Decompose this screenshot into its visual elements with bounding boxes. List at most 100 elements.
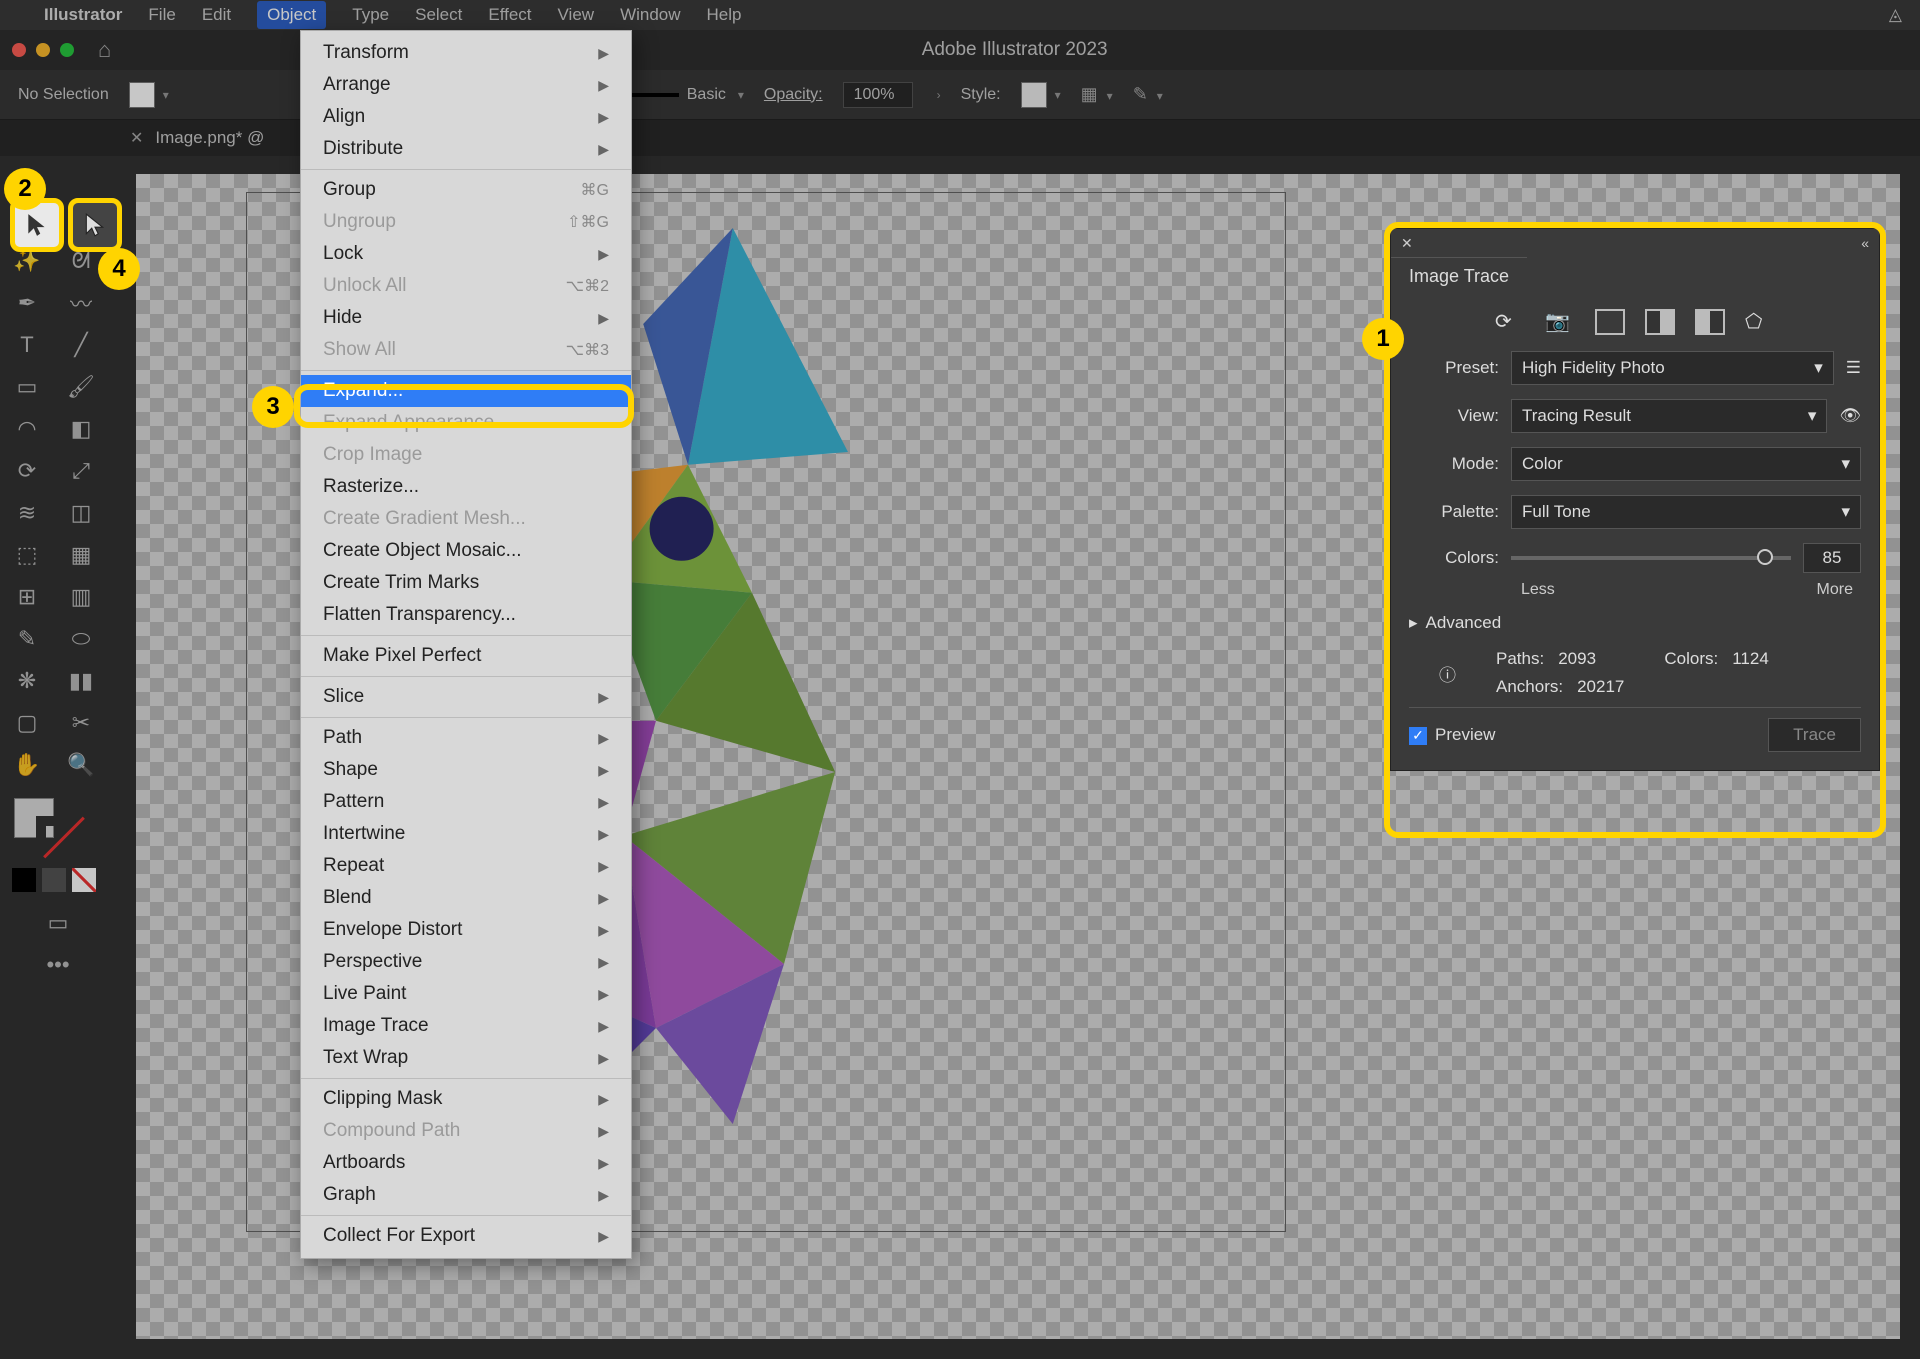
screen-mode[interactable]: ▭	[0, 902, 116, 944]
menu-item-envelope-distort[interactable]: Envelope Distort▶	[301, 914, 631, 946]
maximize-window-button[interactable]	[60, 43, 74, 57]
advanced-toggle[interactable]: ▸Advanced	[1409, 613, 1861, 633]
color-mode-none[interactable]	[72, 868, 96, 892]
align-icon[interactable]: ▦ ▾	[1081, 84, 1113, 105]
tool-type[interactable]: T	[0, 324, 54, 366]
preset-auto-icon[interactable]: ⟳	[1495, 309, 1525, 335]
preset-photo-icon[interactable]: 📷	[1545, 309, 1575, 335]
menu-file[interactable]: File	[148, 5, 175, 25]
tool-rectangle[interactable]: ▭	[0, 366, 54, 408]
document-tab[interactable]: Image.png* @	[155, 128, 264, 148]
menu-select[interactable]: Select	[415, 5, 462, 25]
transform-icon[interactable]: ✎ ▾	[1133, 84, 1163, 105]
app-name[interactable]: Illustrator	[44, 5, 122, 25]
menu-item-shape[interactable]: Shape▶	[301, 754, 631, 786]
fill-swatch-control[interactable]: ▾	[129, 82, 169, 108]
menu-item-clipping-mask[interactable]: Clipping Mask▶	[301, 1083, 631, 1115]
tool-column-graph[interactable]: ▮▮	[54, 660, 108, 702]
tool-symbol-sprayer[interactable]: ❋	[0, 660, 54, 702]
preview-checkbox[interactable]: ✓Preview	[1409, 725, 1495, 745]
palette-select[interactable]: Full Tone▾	[1511, 495, 1861, 529]
menu-edit[interactable]: Edit	[202, 5, 231, 25]
view-eye-icon[interactable]: 👁	[1839, 406, 1861, 426]
colors-slider[interactable]	[1511, 556, 1791, 560]
menu-item-graph[interactable]: Graph▶	[301, 1179, 631, 1211]
preset-gray-icon[interactable]	[1645, 309, 1675, 335]
preset-outline-icon[interactable]: ⬠	[1745, 309, 1775, 335]
menu-item-group[interactable]: Group⌘G	[301, 174, 631, 206]
menu-window[interactable]: Window	[620, 5, 680, 25]
home-icon[interactable]: ⌂	[98, 37, 111, 63]
tool-eraser[interactable]: ◧	[54, 408, 108, 450]
menu-item-expand[interactable]: Expand...	[301, 375, 631, 407]
tool-overflow[interactable]: •••	[0, 944, 116, 986]
tool-eyedropper[interactable]: ✎	[0, 618, 54, 660]
menu-item-hide[interactable]: Hide▶	[301, 302, 631, 334]
mode-select[interactable]: Color▾	[1511, 447, 1861, 481]
panel-collapse-icon[interactable]: «	[1861, 235, 1869, 251]
menu-item-distribute[interactable]: Distribute▶	[301, 133, 631, 165]
tool-shaper[interactable]: ◠	[0, 408, 54, 450]
tool-rotate[interactable]: ⟳	[0, 450, 54, 492]
menu-item-artboards[interactable]: Artboards▶	[301, 1147, 631, 1179]
preset-menu-icon[interactable]: ☰	[1846, 358, 1861, 378]
menu-item-arrange[interactable]: Arrange▶	[301, 69, 631, 101]
tool-shape-builder[interactable]: ⬚	[0, 534, 54, 576]
menu-item-align[interactable]: Align▶	[301, 101, 631, 133]
menu-item-transform[interactable]: Transform▶	[301, 37, 631, 69]
tool-zoom[interactable]: 🔍	[54, 744, 108, 786]
menu-effect[interactable]: Effect	[488, 5, 531, 25]
trace-button[interactable]: Trace	[1768, 718, 1861, 752]
menu-item-lock[interactable]: Lock▶	[301, 238, 631, 270]
opacity-input[interactable]: 100%	[843, 82, 913, 108]
preset-bw-icon[interactable]	[1695, 309, 1725, 335]
menu-item-image-trace[interactable]: Image Trace▶	[301, 1010, 631, 1042]
style-swatch-control[interactable]: ▾	[1021, 82, 1061, 108]
panel-close-icon[interactable]: ✕	[1401, 235, 1413, 252]
color-mode-gradient[interactable]	[42, 868, 66, 892]
menubar-right-icon[interactable]: ◬	[1889, 5, 1902, 25]
menu-view[interactable]: View	[558, 5, 595, 25]
menu-item-perspective[interactable]: Perspective▶	[301, 946, 631, 978]
menu-item-intertwine[interactable]: Intertwine▶	[301, 818, 631, 850]
panel-title[interactable]: Image Trace	[1391, 257, 1527, 295]
tool-scale[interactable]: ⤢	[54, 450, 108, 492]
color-mode-solid[interactable]	[12, 868, 36, 892]
tool-mesh[interactable]: ⊞	[0, 576, 54, 618]
tool-curvature[interactable]: 〰	[54, 282, 108, 324]
tool-paintbrush[interactable]: 🖌	[54, 366, 108, 408]
menu-item-live-paint[interactable]: Live Paint▶	[301, 978, 631, 1010]
tool-gradient[interactable]: ▥	[54, 576, 108, 618]
menu-item-make-pixel-perfect[interactable]: Make Pixel Perfect	[301, 640, 631, 672]
tool-free-transform[interactable]: ◫	[54, 492, 108, 534]
menu-item-slice[interactable]: Slice▶	[301, 681, 631, 713]
tab-close-icon[interactable]: ✕	[130, 128, 143, 148]
tool-hand[interactable]: ✋	[0, 744, 54, 786]
menu-item-create-object-mosaic[interactable]: Create Object Mosaic...	[301, 535, 631, 567]
preset-select[interactable]: High Fidelity Photo▾	[1511, 351, 1834, 385]
opacity-arrow-icon[interactable]: ›	[937, 88, 941, 102]
tool-slice[interactable]: ✂	[54, 702, 108, 744]
menu-item-pattern[interactable]: Pattern▶	[301, 786, 631, 818]
menu-type[interactable]: Type	[352, 5, 389, 25]
tool-blend[interactable]: ⬭	[54, 618, 108, 660]
menu-item-create-trim-marks[interactable]: Create Trim Marks	[301, 567, 631, 599]
menu-item-collect-for-export[interactable]: Collect For Export▶	[301, 1220, 631, 1252]
menu-item-flatten-transparency[interactable]: Flatten Transparency...	[301, 599, 631, 631]
view-select[interactable]: Tracing Result▾	[1511, 399, 1827, 433]
menu-object[interactable]: Object	[257, 1, 326, 29]
menu-item-repeat[interactable]: Repeat▶	[301, 850, 631, 882]
preset-low-icon[interactable]	[1595, 309, 1625, 335]
menu-item-path[interactable]: Path▶	[301, 722, 631, 754]
tool-artboard[interactable]: ▢	[0, 702, 54, 744]
tool-width[interactable]: ≋	[0, 492, 54, 534]
menu-item-blend[interactable]: Blend▶	[301, 882, 631, 914]
colors-value[interactable]: 85	[1803, 543, 1861, 573]
close-window-button[interactable]	[12, 43, 26, 57]
tool-perspective[interactable]: ▦	[54, 534, 108, 576]
tool-pen[interactable]: ✒	[0, 282, 54, 324]
minimize-window-button[interactable]	[36, 43, 50, 57]
menu-item-text-wrap[interactable]: Text Wrap▶	[301, 1042, 631, 1074]
tool-line[interactable]: ╱	[54, 324, 108, 366]
menu-item-rasterize[interactable]: Rasterize...	[301, 471, 631, 503]
